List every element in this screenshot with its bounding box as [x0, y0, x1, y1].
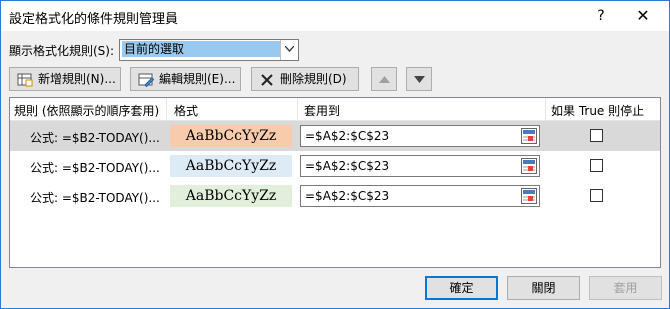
header-format: 格式 [174, 104, 199, 118]
stop-if-true-checkbox[interactable] [590, 129, 603, 142]
rule-row[interactable]: 公式: =$B2-TODAY()... AaBbCcYyZz =$A$2:$C$… [10, 181, 660, 211]
move-up-button[interactable] [371, 67, 397, 91]
new-rule-icon [17, 72, 33, 95]
close-button[interactable]: 關閉 [507, 276, 580, 300]
column-divider [545, 98, 546, 120]
edit-rule-button[interactable]: 編輯規則(E)... [130, 67, 241, 91]
close-window-button[interactable]: ✕ [631, 5, 655, 27]
new-rule-label: 新增規則(N)... [38, 72, 116, 86]
edit-rule-icon [138, 72, 155, 95]
delete-rule-button[interactable]: 刪除規則(D) [251, 67, 359, 91]
show-rules-selected-value: 目前的選取 [122, 41, 280, 57]
delete-x-icon [259, 72, 275, 95]
rules-table: 規則 (依照顯示的順序套用) 格式 套用到 如果 True 則停止 公式: =$… [9, 97, 661, 268]
triangle-down-icon [414, 76, 425, 83]
chevron-down-icon[interactable] [280, 40, 298, 60]
applies-to-value: =$A$2:$C$23 [305, 189, 390, 203]
rule-description: 公式: =$B2-TODAY()... [30, 161, 160, 175]
new-rule-button[interactable]: 新增規則(N)... [9, 67, 121, 91]
help-button[interactable]: ? [589, 5, 613, 27]
range-picker-icon[interactable] [521, 158, 537, 174]
stop-if-true-checkbox[interactable] [590, 159, 603, 172]
applies-to-field[interactable]: =$A$2:$C$23 [300, 155, 540, 177]
show-rules-label: 顯示格式化規則(S): [9, 44, 115, 58]
ok-button[interactable]: 確定 [425, 276, 498, 300]
header-stop-if-true: 如果 True 則停止 [551, 104, 645, 118]
applies-to-field[interactable]: =$A$2:$C$23 [300, 125, 540, 147]
range-picker-icon[interactable] [521, 188, 537, 204]
stop-if-true-checkbox[interactable] [590, 189, 603, 202]
column-divider [297, 98, 298, 120]
header-applies-to: 套用到 [304, 104, 341, 118]
rule-row[interactable]: 公式: =$B2-TODAY()... AaBbCcYyZz =$A$2:$C$… [10, 151, 660, 181]
rule-description: 公式: =$B2-TODAY()... [30, 131, 160, 145]
rule-description: 公式: =$B2-TODAY()... [30, 191, 160, 205]
format-preview: AaBbCcYyZz [170, 125, 292, 147]
rule-row[interactable]: 公式: =$B2-TODAY()... AaBbCcYyZz =$A$2:$C$… [10, 121, 660, 151]
conditional-formatting-dialog: 設定格式化的條件規則管理員 ? ✕ 顯示格式化規則(S): 目前的選取 新增規則… [0, 0, 670, 309]
format-preview: AaBbCcYyZz [170, 185, 292, 207]
applies-to-value: =$A$2:$C$23 [305, 159, 390, 173]
title-bar: 設定格式化的條件規則管理員 ? ✕ [1, 1, 669, 31]
column-divider [166, 98, 167, 120]
move-down-button[interactable] [406, 67, 432, 91]
show-rules-dropdown[interactable]: 目前的選取 [119, 39, 299, 61]
applies-to-field[interactable]: =$A$2:$C$23 [300, 185, 540, 207]
header-rule: 規則 (依照顯示的順序套用) [14, 104, 160, 118]
format-preview: AaBbCcYyZz [170, 155, 292, 177]
delete-rule-label: 刪除規則(D) [280, 72, 347, 86]
edit-rule-label: 編輯規則(E)... [159, 72, 236, 86]
apply-button[interactable]: 套用 [589, 276, 662, 300]
range-picker-icon[interactable] [521, 128, 537, 144]
applies-to-value: =$A$2:$C$23 [305, 129, 390, 143]
triangle-up-icon [379, 76, 390, 83]
rules-table-header: 規則 (依照顯示的順序套用) 格式 套用到 如果 True 則停止 [10, 98, 660, 121]
window-title: 設定格式化的條件規則管理員 [9, 12, 179, 27]
